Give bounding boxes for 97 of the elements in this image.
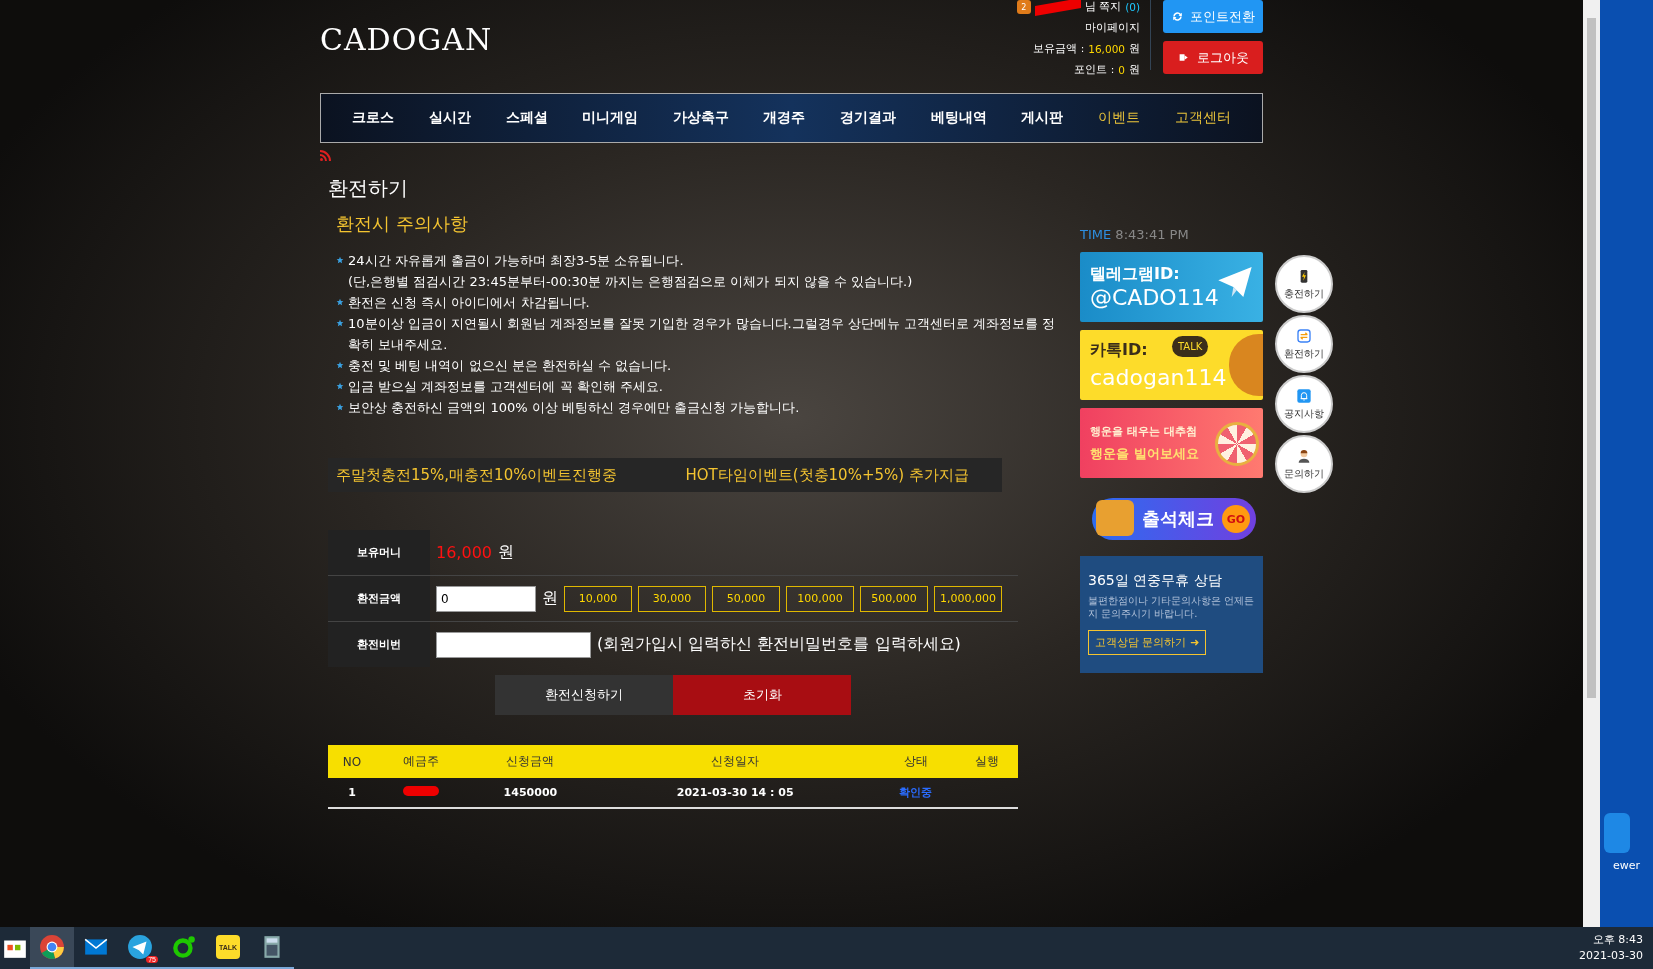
message-count: (0) <box>1125 1 1140 13</box>
ticker-text: HOT타임이벤트(첫충10%+5%) 추가지급 <box>685 465 969 485</box>
rss-icon <box>320 149 332 161</box>
nav-link[interactable]: 미니게임 <box>582 109 639 127</box>
shortcut-label: ewer <box>1612 859 1641 872</box>
nav-link[interactable]: 경기결과 <box>840 109 897 127</box>
logout-button[interactable]: 로그아웃 <box>1163 41 1263 74</box>
clock-date: 2021-03-30 <box>1579 948 1643 964</box>
quick-amount-button[interactable]: 10,000 <box>564 585 632 612</box>
status-link[interactable]: 확인중 <box>874 778 957 808</box>
ticker-text: 주말첫충전15%,매충전10%이벤트진행중 <box>336 465 618 485</box>
quick-menu-button[interactable]: 공지사항 <box>1275 375 1333 433</box>
quick-menu-button[interactable]: 문의하기 <box>1275 435 1333 493</box>
nav-link[interactable]: 스페셜 <box>505 109 548 127</box>
ring-icon <box>171 934 197 960</box>
reset-button[interactable]: 초기화 <box>673 675 851 715</box>
nav-link[interactable]: 실시간 <box>428 109 471 127</box>
consult-link[interactable]: 고객상담 문의하기 ➜ <box>1088 630 1207 655</box>
nav-link[interactable]: 베팅내역 <box>930 109 987 127</box>
notice-text: 24시간 자유롭게 출금이 가능하며 최장3-5분 소유됩니다. <box>348 252 684 270</box>
table-cell: 2021-03-30 14 : 05 <box>595 778 875 808</box>
balance-value: 16,000 <box>1088 43 1125 55</box>
points-unit: 원 <box>1129 63 1140 77</box>
points-label: 포인트 : <box>1074 63 1115 77</box>
password-input[interactable] <box>436 631 591 658</box>
banner-title: 텔레그램ID: <box>1090 264 1180 285</box>
quick-amount-button[interactable]: 100,000 <box>786 585 854 612</box>
quick-amount-button[interactable]: 30,000 <box>638 585 706 612</box>
attendance-banner[interactable]: 출석체크 GO <box>1092 498 1256 540</box>
redaction-mark <box>1034 0 1081 17</box>
column-header: 상태 <box>874 745 957 778</box>
taskbar-app-button[interactable] <box>30 927 74 969</box>
balance-unit: 원 <box>1129 42 1140 56</box>
balance-label: 보유금액 : <box>1033 42 1085 56</box>
attendance-label: 출석체크 <box>1142 507 1214 531</box>
notice-text: 10분이상 입금이 지연될시 회원님 계좌정보를 잘못 기입한 경우가 많습니다.그럴경우 상단메뉴 고객센터로 계좌정보를 정확히 보내주세요. <box>348 315 1056 354</box>
site-logo[interactable]: CADOGAN <box>320 22 493 58</box>
column-header: 신청일자 <box>595 745 875 778</box>
quick-amount-button[interactable]: 500,000 <box>860 585 928 612</box>
quick-amount-button[interactable]: 50,000 <box>712 585 780 612</box>
field-label: 환전비번 <box>328 622 430 667</box>
column-header: 실행 <box>956 745 1018 778</box>
page-title: 환전하기 <box>328 175 409 202</box>
submit-button[interactable]: 환전신청하기 <box>495 675 673 715</box>
notice-title: 환전시 주의사항 <box>336 212 469 236</box>
nav-link[interactable]: 이벤트 <box>1097 109 1140 127</box>
clock-time: 8:43:41 PM <box>1115 227 1189 242</box>
banner-text: 행운을 빌어보세요 <box>1090 444 1199 463</box>
notice-text: 충전 및 베팅 내역이 없으신 분은 환전하실 수 없습니다. <box>348 357 672 375</box>
time-label: TIME <box>1080 227 1112 242</box>
consult-text: 불편한점이나 기타문의사항은 언제든지 문의주시기 바랍니다. <box>1088 594 1255 620</box>
redaction-mark <box>402 786 439 796</box>
quick-menu-button[interactable]: 충전하기 <box>1275 255 1333 313</box>
column-header: NO <box>328 745 376 778</box>
column-header: 신청금액 <box>465 745 596 778</box>
currency-unit: 원 <box>542 588 558 609</box>
message-link[interactable]: 님 쪽지 <box>1084 0 1122 14</box>
mypage-link[interactable]: 마이페이지 <box>1085 21 1140 35</box>
column-header: 예금주 <box>375 745 466 778</box>
go-badge: GO <box>1222 505 1250 533</box>
banner-title: 카톡ID: <box>1090 340 1148 361</box>
table-cell: 1450000 <box>465 778 596 808</box>
level-badge: 2 <box>1016 0 1031 14</box>
person-icon <box>1296 447 1312 465</box>
nav-link[interactable]: 가상축구 <box>672 109 729 127</box>
nav-link[interactable]: 고객센터 <box>1174 109 1231 127</box>
banner-text: 행운을 태우는 대추첨 <box>1090 423 1197 439</box>
notice-text: 보안상 충전하신 금액의 100% 이상 베팅하신 경우에만 출금신청 가능합니다. <box>348 399 800 417</box>
balance-amount: 16,000 <box>436 543 492 562</box>
bell-icon <box>1296 387 1312 405</box>
roulette-wheel-icon <box>1215 422 1259 466</box>
notice-text: (단,은행별 점검시간 23:45분부터-00:30분 까지는 은행점검으로 이체가 되지 않을 수 있습니다.) <box>348 273 913 291</box>
nav-link[interactable]: 개경주 <box>763 109 806 127</box>
kakao-id: cadogan114 <box>1090 365 1228 390</box>
field-label: 환전금액 <box>328 576 430 621</box>
talk-badge: TALK <box>1172 336 1209 357</box>
refresh-icon <box>1171 10 1184 23</box>
nav-link[interactable]: 게시판 <box>1021 109 1064 127</box>
table-cell: 1 <box>328 778 376 808</box>
browser-icon <box>39 934 65 960</box>
points-value: 0 <box>1118 64 1125 76</box>
clock-time: 오후 8:43 <box>1591 932 1643 948</box>
consult-title: 365일 연중무휴 상담 <box>1088 572 1223 590</box>
quick-menu-button[interactable]: 환전하기 <box>1275 315 1333 373</box>
currency-unit: 원 <box>498 542 514 563</box>
kakao-banner[interactable]: 카톡ID: TALK cadogan114 <box>1080 330 1263 400</box>
amount-input[interactable]: 0 <box>436 585 536 612</box>
nav-link[interactable]: 크로스 <box>352 109 395 127</box>
exchange-icon <box>1296 327 1312 345</box>
password-hint: (회원가입시 입력하신 환전비밀번호를 입력하세요) <box>597 634 961 655</box>
notice-text: 환전은 신청 즉시 아이디에서 차감됩니다. <box>348 294 590 312</box>
scrollbar[interactable] <box>1583 0 1600 927</box>
quick-amount-button[interactable]: 1,000,000 <box>934 585 1002 612</box>
telegram-id: @CADO114 <box>1090 285 1220 310</box>
field-label: 보유머니 <box>328 530 430 575</box>
notice-text: 입금 받으실 계좌정보를 고객센터에 꼭 확인해 주세요. <box>348 378 663 396</box>
exit-icon <box>1177 51 1191 64</box>
